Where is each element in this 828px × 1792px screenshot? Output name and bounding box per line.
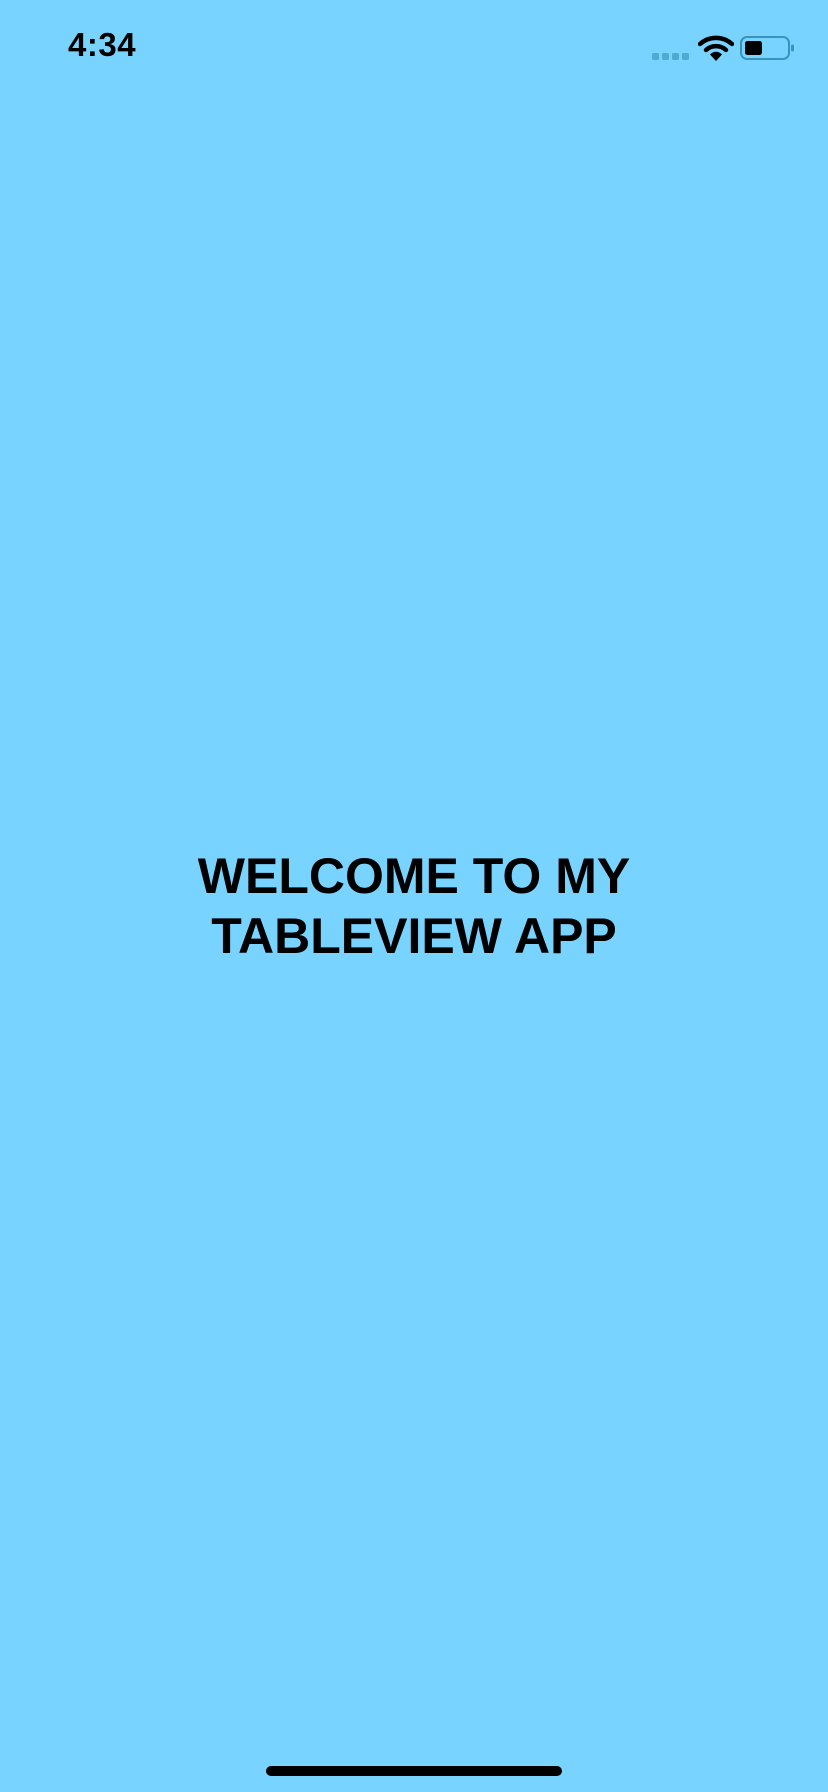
welcome-title-line-1: WELCOME TO MY <box>197 848 631 904</box>
welcome-title: WELCOME TO MY TABLEVIEW APP <box>0 846 828 966</box>
status-time: 4:34 <box>68 26 137 63</box>
app-screen: 4:34 WELCOME TO MY TABLEVIEW APP <box>0 0 828 1792</box>
home-indicator[interactable] <box>266 1766 562 1776</box>
battery-icon <box>740 36 794 60</box>
cellular-signal-icon <box>652 53 689 60</box>
status-bar: 4:34 <box>0 0 828 100</box>
wifi-icon <box>698 35 734 61</box>
welcome-title-line-2: TABLEVIEW APP <box>211 908 617 964</box>
